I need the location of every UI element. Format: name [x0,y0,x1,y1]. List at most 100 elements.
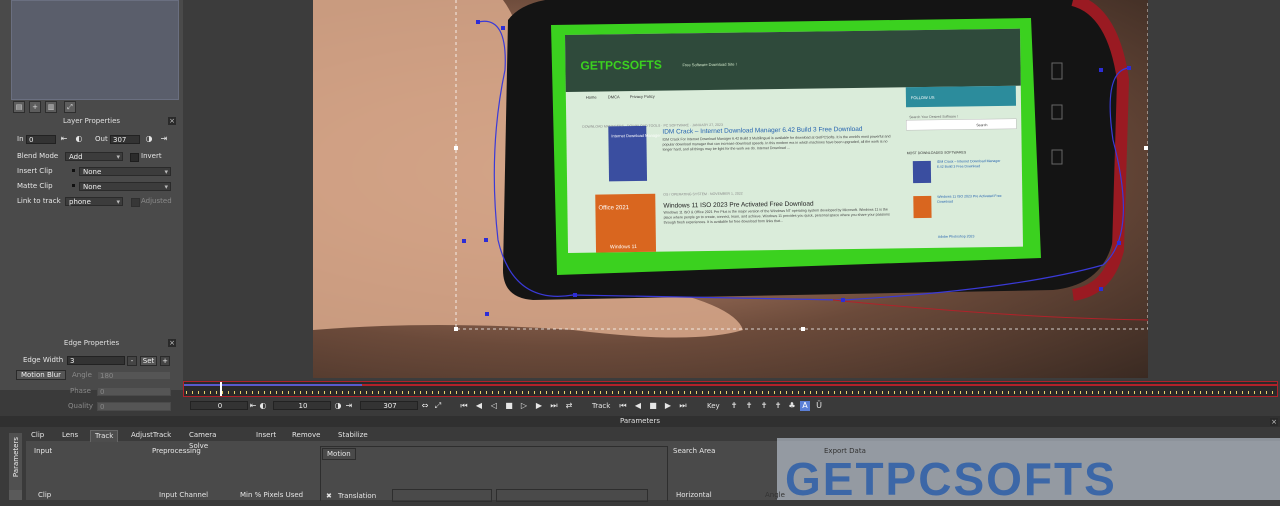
clip-label: Clip [38,491,52,499]
key-all-icon[interactable]: ♣ [787,401,797,411]
go-start-icon[interactable]: ⏮ [459,401,469,411]
frame-start-field[interactable]: 0 [190,401,248,410]
playhead[interactable] [220,382,222,396]
nav-item: Privacy Policy [630,94,655,99]
selection-handle[interactable] [801,327,805,331]
close-icon[interactable]: × [168,339,176,347]
expand-icon[interactable]: ⤢ [64,101,76,113]
step-out-icon[interactable]: ◑ [144,134,154,144]
track-back-all-icon[interactable]: ⏮ [618,401,628,411]
search-button: Search [976,123,987,127]
edge-width-increment-button[interactable]: + [160,356,170,366]
insert-clip-swatch [72,169,75,172]
go-end-icon[interactable]: ⏭ [549,401,559,411]
blend-mode-select[interactable]: Add [65,152,123,161]
insert-clip-select[interactable]: None [79,167,171,176]
tagline: Free Software Download Site ! [682,62,736,68]
frame-step-field[interactable]: 10 [273,401,331,410]
timeline[interactable] [183,381,1278,397]
track-forward-icon[interactable]: ▶ [663,401,673,411]
edge-width-field[interactable]: 3 [67,356,125,365]
zoom-icon[interactable]: ⤢ [433,401,443,411]
nav-item: Home [586,95,598,100]
step-icon[interactable]: ◐ [74,134,84,144]
close-icon[interactable]: × [168,117,176,125]
angle-field[interactable]: 180 [97,371,171,380]
blend-mode-label: Blend Mode [17,152,59,160]
tab-adjusttrack[interactable]: AdjustTrack [127,430,175,441]
side-tab-params[interactable] [9,490,22,500]
trash-icon[interactable]: ▥ [45,101,57,113]
step-back-icon[interactable]: ◀ [474,401,484,411]
loop-icon[interactable]: ⇄ [564,401,574,411]
step-out-icon[interactable]: ◑ [333,401,343,411]
quality-label: Quality [68,402,94,410]
delete-key-icon[interactable]: ✝ [773,401,783,411]
layer-list[interactable] [11,0,179,100]
quality-field[interactable]: 0 [97,402,171,411]
out-field[interactable]: 307 [110,135,140,144]
edge-width-decrement-button[interactable]: - [127,356,137,366]
track-forward-all-icon[interactable]: ⏭ [678,401,688,411]
tab-camera-solve[interactable]: Camera Solve [185,430,220,450]
step-icon[interactable]: ◐ [258,401,268,411]
prev-key-icon[interactable]: ◁ [489,401,499,411]
selection-handle[interactable] [454,327,458,331]
key-options-icon[interactable]: Ü [814,401,824,411]
tab-clip[interactable]: Clip [27,430,48,441]
tab-insert[interactable]: Insert [252,430,280,441]
translation-field[interactable] [392,489,492,502]
track-back-icon[interactable]: ◀ [633,401,643,411]
sidebar-item: Windows 11 ISO 2023 Pre Activated Free D… [937,193,1002,204]
next-key-icon[interactable]: ▷ [519,401,529,411]
add-key-icon[interactable]: ✝ [729,401,739,411]
matte-clip-select[interactable]: None [79,182,171,191]
motion-tab[interactable]: Motion [322,448,356,460]
timeline-ticks [186,391,1275,394]
prev-key-icon[interactable]: ✝ [744,401,754,411]
track-stop-icon[interactable]: ■ [648,401,658,411]
link-to-track-select[interactable]: phone [65,197,123,206]
red-spline [832,299,1148,321]
set-button[interactable]: Set [140,356,157,366]
invert-label: Invert [141,152,162,160]
autokey-icon[interactable]: A [800,401,810,411]
adjusted-checkbox[interactable] [131,198,140,207]
fit-icon[interactable]: ⇔ [420,401,430,411]
next-key-icon[interactable]: ✝ [759,401,769,411]
adjusted-label: Adjusted [141,197,172,205]
in-field[interactable]: 0 [26,135,56,144]
video-svg: GETPCSOFTS Free Software Download Site !… [313,0,1148,338]
selection-handle[interactable] [1144,146,1148,150]
phase-label: Phase [70,387,91,395]
tab-remove[interactable]: Remove [288,430,324,441]
frame-end-field[interactable]: 307 [360,401,418,410]
key-label: Key [707,402,720,410]
stop-icon[interactable]: ■ [504,401,514,411]
motion-field[interactable] [496,489,648,502]
nav-item: DMCA [608,94,620,99]
new-layer-icon[interactable]: + [29,101,41,113]
tab-track[interactable]: Track [90,430,119,442]
set-out-icon[interactable]: ⇥ [344,401,354,411]
sidebar-item: IDM Crack – Internet Download Manager 6.… [936,158,1001,169]
set-in-icon[interactable]: ⇤ [59,134,69,144]
set-out-icon[interactable]: ⇥ [159,134,169,144]
play-icon[interactable]: ▶ [534,401,544,411]
parameters-title: Parameters [0,416,1280,427]
out-label: Out [95,135,108,143]
new-folder-icon[interactable]: ▤ [13,101,25,113]
tab-lens[interactable]: Lens [58,430,82,441]
brand-logo: GETPCSOFTS [580,58,662,73]
matte-clip-swatch [72,184,75,187]
video-frame[interactable]: GETPCSOFTS Free Software Download Site !… [313,0,1148,378]
selection-handle[interactable] [454,146,458,150]
close-icon[interactable]: × [1270,418,1278,426]
tab-stabilize[interactable]: Stabilize [334,430,372,441]
post-excerpt: Windows 11 ISO & Office 2021 Pro Plus is… [663,207,890,225]
motion-blur-button[interactable]: Motion Blur [16,370,66,380]
input-channel-label: Input Channel [159,491,209,499]
set-in-icon[interactable]: ⇤ [248,401,258,411]
phase-field[interactable]: 0 [97,387,171,396]
invert-checkbox[interactable] [130,153,139,162]
